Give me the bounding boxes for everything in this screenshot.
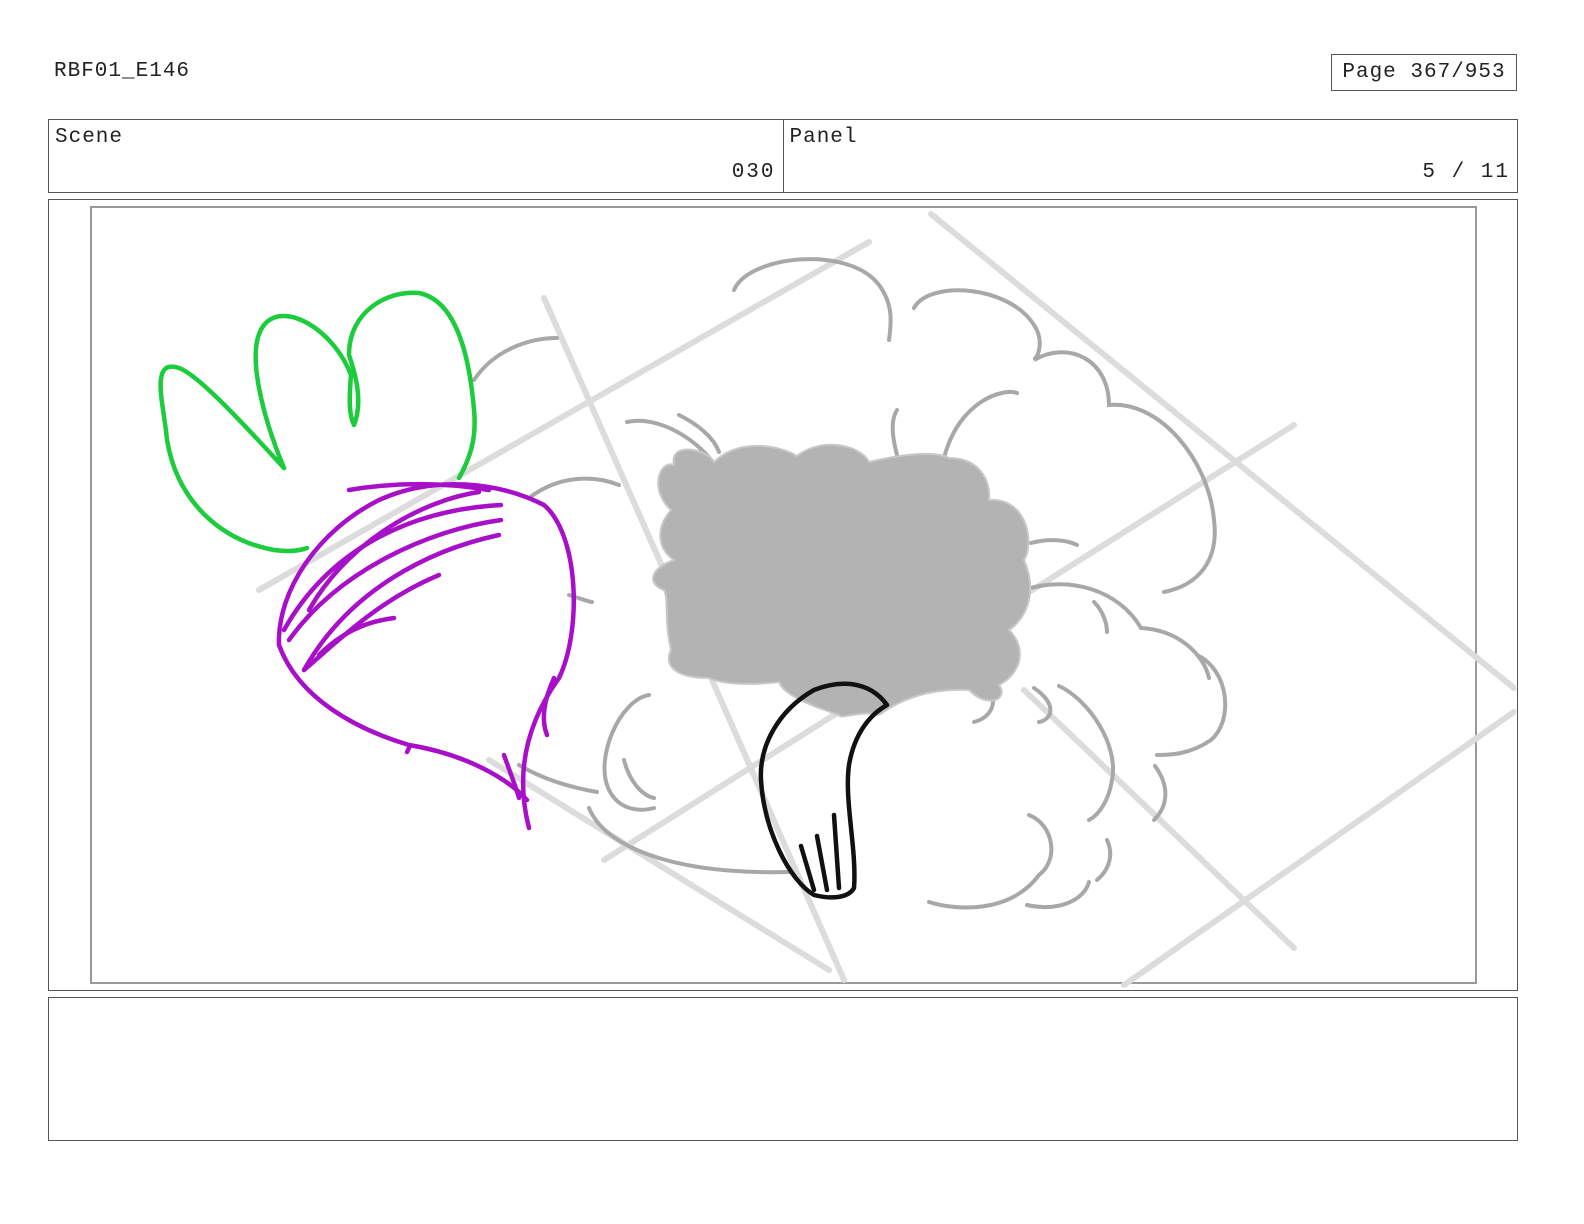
scene-cell: Scene 030 xyxy=(49,120,783,192)
panel-number: 5 / 11 xyxy=(1422,161,1510,184)
scene-panel-header: Scene 030 Panel 5 / 11 xyxy=(48,119,1518,193)
panel-label: Panel xyxy=(789,126,858,149)
document-id: RBF01_E146 xyxy=(54,60,191,83)
smoke-shadow xyxy=(652,443,1032,718)
scene-label: Scene xyxy=(55,126,124,149)
panel-notes xyxy=(48,997,1518,1141)
storyboard-panel xyxy=(48,199,1518,991)
storyboard-sketch xyxy=(90,206,1516,988)
radish-drawing xyxy=(276,481,577,831)
scene-number: 030 xyxy=(731,161,776,184)
hand-drawing xyxy=(758,681,890,900)
panel-cell: Panel 5 / 11 xyxy=(782,120,1518,192)
page-number: Page 367/953 xyxy=(1331,54,1517,91)
radish-leaves xyxy=(158,290,477,554)
